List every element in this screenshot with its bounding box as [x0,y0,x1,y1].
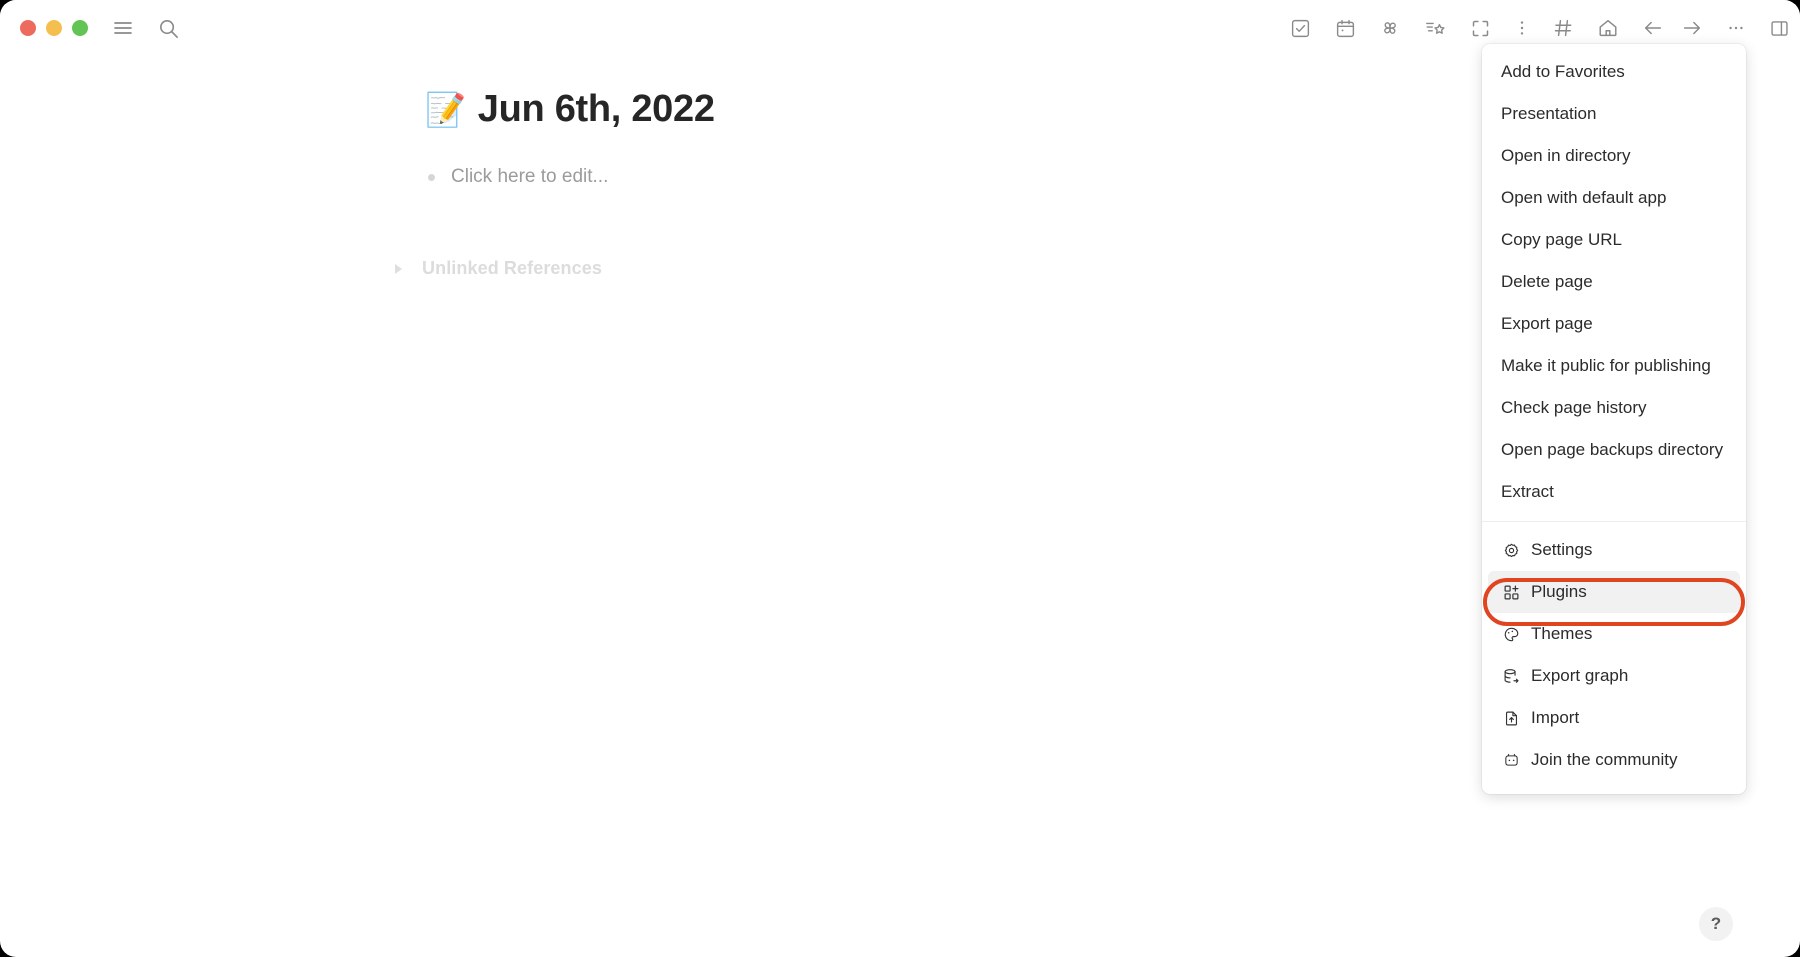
dots-vertical-icon[interactable] [1506,12,1538,44]
hamburger-menu-icon[interactable] [107,12,139,44]
file-import-icon [1501,708,1522,729]
database-export-icon [1501,666,1522,687]
discord-icon [1501,750,1522,771]
calendar-icon[interactable] [1329,12,1361,44]
checkbox-task-icon[interactable] [1284,12,1316,44]
right-sidebar-icon[interactable] [1763,12,1795,44]
help-button[interactable]: ? [1699,907,1733,941]
menu-item-open-in-directory[interactable]: Open in directory [1482,135,1746,177]
unlinked-references-label: Unlinked References [422,258,602,278]
menu-item-import[interactable]: Import [1482,697,1746,739]
chevron-right-icon [395,263,402,274]
notepad-emoji-icon: 📝 [425,91,466,128]
menu-item-label: Copy page URL [1501,230,1622,249]
menu-item-label: Import [1531,708,1580,727]
gear-icon [1501,540,1522,561]
arrow-left-icon[interactable] [1637,12,1669,44]
menu-item-themes[interactable]: Themes [1482,613,1746,655]
menu-item-label: Export graph [1531,666,1629,685]
shooting-star-icon[interactable] [1419,12,1451,44]
menu-item-label: Delete page [1501,272,1593,291]
menu-item-label: Themes [1531,624,1593,643]
page-title-text: Jun 6th, 2022 [477,88,715,130]
search-icon[interactable] [152,12,184,44]
menu-item-plugins[interactable]: Plugins [1488,571,1740,613]
page-title[interactable]: 📝 Jun 6th, 2022 [425,88,715,131]
block-bullet-icon [428,173,435,181]
menu-item-presentation[interactable]: Presentation [1482,93,1746,135]
window-maximize-button[interactable] [72,20,88,36]
home-icon[interactable] [1592,12,1624,44]
menu-item-open-with-default-app[interactable]: Open with default app [1482,177,1746,219]
window-minimize-button[interactable] [46,20,62,36]
menu-divider [1482,521,1746,522]
first-block[interactable]: Click here to edit... [428,166,608,188]
menu-item-label: Open with default app [1501,188,1667,207]
menu-item-label: Join the community [1531,750,1678,769]
palette-icon [1501,624,1522,645]
menu-item-label: Export page [1501,314,1593,333]
menu-item-open-page-backups-directory[interactable]: Open page backups directory [1482,429,1746,471]
menu-item-label: Plugins [1531,582,1587,601]
menu-item-join-the-community[interactable]: Join the community [1482,739,1746,781]
fullscreen-icon[interactable] [1464,12,1496,44]
plugins-grid-icon [1501,582,1522,603]
menu-item-label: Presentation [1501,104,1597,123]
menu-item-make-it-public[interactable]: Make it public for publishing [1482,345,1746,387]
window-close-button[interactable] [20,20,36,36]
menu-item-copy-page-url[interactable]: Copy page URL [1482,219,1746,261]
help-icon: ? [1710,914,1722,933]
menu-item-label: Extract [1501,482,1554,501]
menu-item-export-page[interactable]: Export page [1482,303,1746,345]
menu-item-label: Settings [1531,540,1593,559]
menu-item-check-page-history[interactable]: Check page history [1482,387,1746,429]
pinwheel-icon[interactable] [1374,12,1406,44]
menu-item-extract[interactable]: Extract [1482,471,1746,513]
menu-item-label: Open in directory [1501,146,1631,165]
block-placeholder-text: Click here to edit... [451,166,609,187]
page-context-menu: Add to Favorites Presentation Open in di… [1482,44,1746,794]
menu-item-label: Check page history [1501,398,1647,417]
unlinked-references-toggle[interactable]: Unlinked References [395,258,602,279]
app-window: 📝 Jun 6th, 2022 Click here to edit... Un… [0,0,1800,957]
menu-item-export-graph[interactable]: Export graph [1482,655,1746,697]
hash-icon[interactable] [1547,12,1579,44]
arrow-right-icon[interactable] [1676,12,1708,44]
dots-horizontal-icon[interactable] [1720,12,1752,44]
menu-item-label: Add to Favorites [1501,62,1625,81]
menu-item-settings[interactable]: Settings [1482,529,1746,571]
menu-item-label: Open page backups directory [1501,440,1724,459]
menu-item-label: Make it public for publishing [1501,356,1711,375]
menu-item-add-to-favorites[interactable]: Add to Favorites [1482,51,1746,93]
menu-item-delete-page[interactable]: Delete page [1482,261,1746,303]
